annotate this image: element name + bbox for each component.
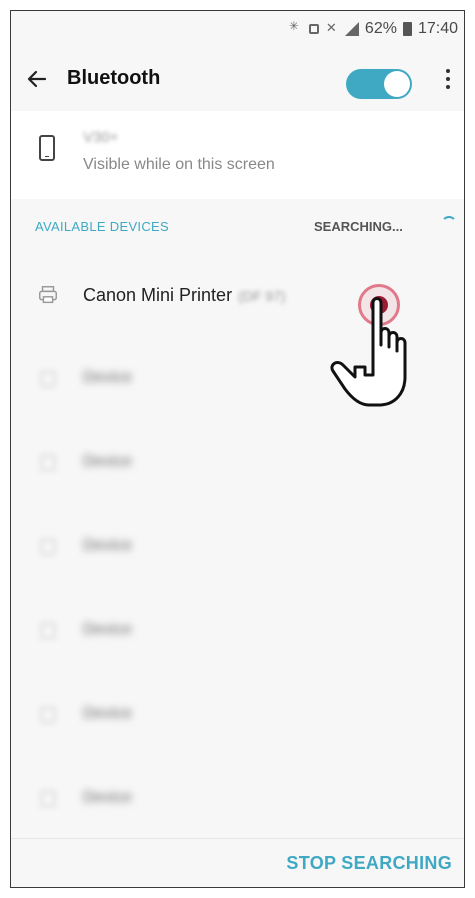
visibility-text: Visible while on this screen (83, 156, 275, 173)
list-item[interactable]: Device (11, 509, 464, 593)
device-label: Device (83, 621, 132, 638)
device-icon (37, 704, 59, 726)
status-bar: 62% 17:40 (11, 11, 464, 49)
device-label: Device (83, 453, 132, 470)
mute-icon (325, 20, 339, 36)
stop-searching-button[interactable]: STOP SEARCHING (286, 853, 452, 874)
pointing-hand-icon (330, 297, 407, 407)
device-label: Canon Mini Printer (DF 97) (83, 285, 286, 305)
battery-percent: 62% (364, 20, 397, 37)
phone-icon (39, 135, 55, 161)
device-name: V30+ (83, 129, 119, 146)
device-icon (37, 536, 59, 558)
printer-icon (37, 284, 59, 306)
device-label: Device (83, 705, 132, 722)
device-label: Device (83, 789, 132, 806)
bluetooth-icon (289, 19, 303, 36)
signal-icon (344, 22, 359, 36)
page-title: Bluetooth (67, 67, 161, 89)
more-options-icon[interactable] (442, 65, 454, 95)
clock: 17:40 (417, 20, 458, 37)
device-label: Device (83, 369, 132, 386)
device-icon (37, 368, 59, 390)
battery-icon (402, 22, 412, 36)
this-device-row[interactable]: V30+ Visible while on this screen (11, 111, 464, 200)
device-icon (37, 620, 59, 642)
nfc-icon (308, 24, 319, 34)
bottom-action-bar: STOP SEARCHING (11, 838, 464, 887)
device-label: Device (83, 537, 132, 554)
list-item[interactable]: Device (11, 761, 464, 845)
toggle-knob (384, 71, 410, 97)
searching-status: SEARCHING... (314, 219, 403, 234)
section-title: AVAILABLE DEVICES (35, 219, 169, 234)
bluetooth-toggle[interactable] (346, 69, 412, 99)
list-item[interactable]: Device (11, 425, 464, 509)
list-item[interactable]: Device (11, 677, 464, 761)
available-devices-header: AVAILABLE DEVICES SEARCHING... (11, 199, 464, 257)
device-id: (DF 97) (238, 288, 286, 304)
device-icon (37, 452, 59, 474)
phone-screen: 62% 17:40 Bluetooth V30+ Visible while o… (10, 10, 465, 888)
device-icon (37, 788, 59, 810)
list-item[interactable]: Device (11, 593, 464, 677)
back-arrow-icon[interactable] (25, 67, 49, 91)
app-bar: Bluetooth (11, 49, 464, 112)
spinner-icon (441, 216, 457, 232)
